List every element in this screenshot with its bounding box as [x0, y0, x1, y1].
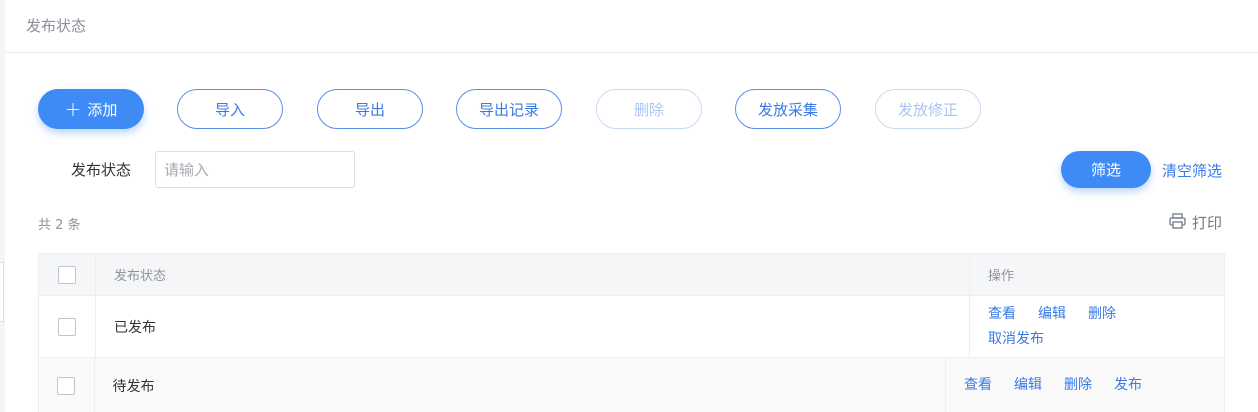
row-actions: 查看 编辑 删除 发布 — [946, 358, 1224, 412]
delete-link[interactable]: 删除 — [1088, 305, 1116, 324]
header-check-cell — [39, 254, 96, 295]
print-label: 打印 — [1192, 214, 1223, 232]
header-status: 发布状态 — [96, 254, 970, 295]
printer-icon — [1169, 212, 1192, 233]
export-log-button[interactable]: 导出记录 — [456, 89, 562, 129]
import-button[interactable]: 导入 — [177, 89, 283, 129]
row-status: 待发布 — [95, 358, 946, 412]
sidebar-collapse-handle[interactable] — [0, 262, 4, 322]
row-checkbox[interactable] — [58, 317, 76, 336]
filter-status-label: 发布状态 — [71, 161, 132, 179]
delete-link[interactable]: 删除 — [1064, 376, 1092, 395]
export-button[interactable]: 导出 — [317, 89, 423, 129]
publish-collect-button-label: 发放采集 — [757, 100, 818, 119]
edit-link[interactable]: 编辑 — [1038, 305, 1066, 324]
plus-icon: + — [64, 97, 82, 121]
export-log-button-label: 导出记录 — [478, 100, 539, 119]
total-count: 共 2 条 — [38, 218, 81, 233]
row-checkbox[interactable] — [57, 376, 76, 395]
filter-status-input[interactable] — [155, 151, 355, 188]
row-actions: 查看 编辑 删除 取消发布 — [970, 296, 1224, 357]
view-link[interactable]: 查看 — [964, 376, 992, 395]
print-button[interactable]: 打印 — [1169, 212, 1222, 233]
view-link[interactable]: 查看 — [988, 305, 1016, 324]
clear-filter-link[interactable]: 清空筛选 — [1162, 160, 1222, 181]
row-check-cell — [39, 296, 96, 357]
page-title: 发布状态 — [26, 17, 87, 35]
add-button[interactable]: + 添加 — [38, 89, 144, 129]
unpublish-link[interactable]: 取消发布 — [988, 330, 1044, 349]
publish-link[interactable]: 发布 — [1114, 376, 1142, 395]
publish-fix-button[interactable]: 发放修正 — [875, 89, 981, 129]
delete-button-label: 删除 — [633, 100, 664, 119]
publish-status-table: 发布状态 操作 已发布 查看 编辑 删除 取消发布 待发布 查看 编辑 删除 发 — [38, 253, 1225, 412]
table-row: 待发布 查看 编辑 删除 发布 — [39, 358, 1224, 412]
header-actions: 操作 — [988, 269, 1015, 284]
publish-collect-button[interactable]: 发放采集 — [735, 89, 841, 129]
select-all-checkbox[interactable] — [58, 265, 76, 284]
table-row: 已发布 查看 编辑 删除 取消发布 — [39, 296, 1224, 358]
edit-link[interactable]: 编辑 — [1014, 376, 1042, 395]
filter-button-label: 筛选 — [1090, 161, 1121, 179]
row-check-cell — [39, 358, 95, 412]
left-gutter — [0, 0, 5, 412]
table-header-row: 发布状态 操作 — [39, 254, 1224, 296]
add-button-label: 添加 — [87, 100, 118, 119]
export-button-label: 导出 — [354, 100, 385, 119]
row-status: 已发布 — [96, 296, 970, 357]
publish-fix-button-label: 发放修正 — [897, 100, 958, 119]
filter-button[interactable]: 筛选 — [1061, 151, 1151, 188]
import-button-label: 导入 — [214, 100, 245, 119]
page-header: 发布状态 — [5, 0, 1258, 53]
delete-button[interactable]: 删除 — [596, 89, 702, 129]
